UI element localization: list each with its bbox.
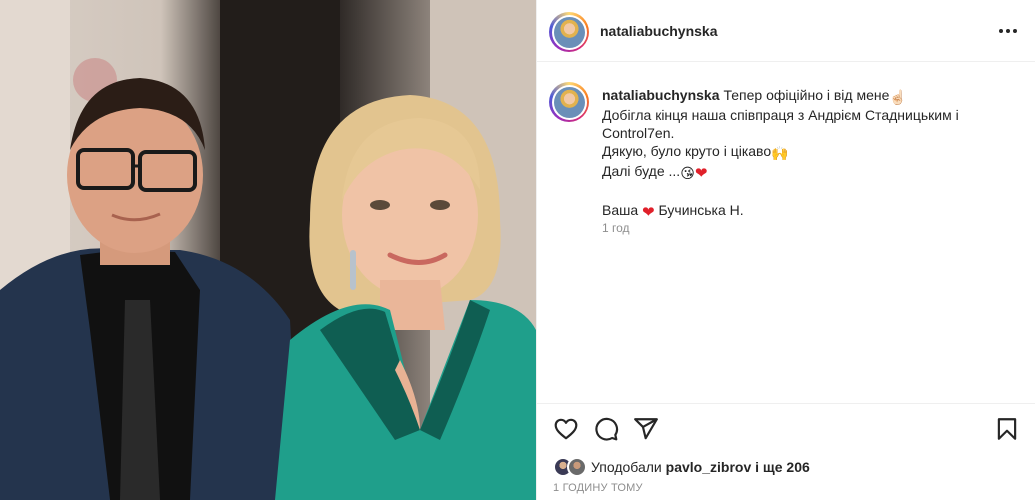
caption-line-3: Дякую, було круто і цікаво	[602, 143, 772, 159]
caption-line-4: Далі буде ...	[602, 163, 681, 179]
post-photo[interactable]	[0, 0, 536, 500]
likes-count[interactable]: і ще 206	[755, 459, 810, 475]
caption-username[interactable]: nataliabuchynska	[602, 87, 720, 103]
liker-username[interactable]: pavlo_zibrov	[666, 459, 752, 475]
liker-avatar[interactable]	[567, 457, 587, 477]
caption-posted-time[interactable]: 1 год	[602, 221, 630, 235]
caption-block: nataliabuchynska Тепер офіційно і від мен…	[537, 62, 1035, 402]
raised-hands-emoji-icon: 🙌	[771, 145, 789, 161]
likes-prefix: Уподобали	[591, 459, 662, 475]
post-details-panel: nataliabuchynska nataliabuchynska Тепер о…	[536, 0, 1035, 500]
post-header: nataliabuchynska	[537, 0, 1035, 62]
post-caption: nataliabuchynska Тепер офіційно і від мен…	[602, 86, 1022, 222]
pointing-up-emoji-icon: ☝🏻	[889, 89, 907, 105]
red-heart-emoji-icon: ❤	[694, 165, 708, 182]
heart-outline-icon[interactable]	[553, 416, 579, 442]
post-timestamp[interactable]: 1 ГОДИНУ ТОМУ	[553, 482, 643, 494]
signature-name: Бучинська Н.	[658, 202, 744, 218]
bookmark-icon[interactable]	[994, 416, 1020, 442]
caption-line-2: Добігла кінця наша співпраця з Андрієм С…	[602, 107, 959, 141]
caption-line-1: Тепер офіційно і від мене	[723, 87, 890, 103]
likes-summary: Уподобали pavlo_zibrov і ще 206	[553, 456, 810, 478]
signature-prefix: Ваша	[602, 202, 639, 218]
author-avatar[interactable]	[549, 12, 589, 52]
post-actions-bar	[537, 403, 1035, 453]
more-options-icon[interactable]	[996, 22, 1020, 40]
author-username[interactable]: nataliabuchynska	[600, 23, 718, 39]
paper-plane-icon[interactable]	[633, 416, 659, 442]
couple-photo-illustration	[0, 0, 536, 500]
comment-bubble-icon[interactable]	[593, 416, 619, 442]
signature-heart-icon: ❤	[642, 204, 655, 221]
caption-author-avatar[interactable]	[549, 82, 589, 122]
kiss-emoji-icon: 😘	[680, 165, 695, 181]
